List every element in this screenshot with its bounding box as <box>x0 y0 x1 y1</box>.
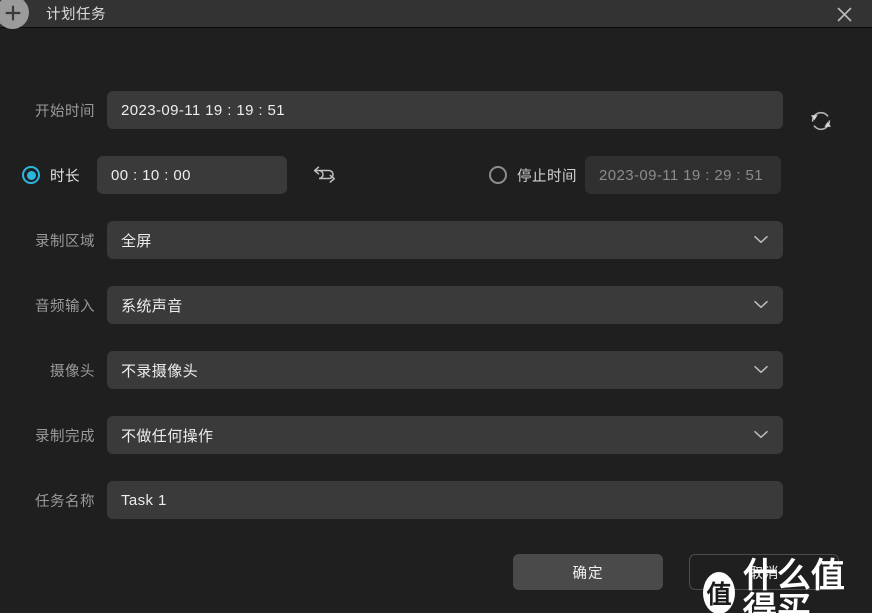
audio-input-value: 系统声音 <box>121 297 183 315</box>
camera-value: 不录摄像头 <box>121 362 199 380</box>
start-time-label: 开始时间 <box>35 103 95 120</box>
chevron-down-icon <box>753 232 769 249</box>
row-duration: 时长 00 : 10 : 00 停止时间 2023-09-11 19 : 29 … <box>0 156 872 194</box>
duration-radio-dot <box>26 170 36 180</box>
row-after-record: 录制完成 不做任何操作 <box>0 416 872 454</box>
stop-time-input[interactable]: 2023-09-11 19 : 29 : 51 <box>585 156 781 194</box>
refresh-icon[interactable] <box>805 105 837 137</box>
cancel-button[interactable]: 取消 <box>689 554 839 590</box>
chevron-down-icon <box>753 362 769 379</box>
row-record-area: 录制区域 全屏 <box>0 221 872 259</box>
start-time-input[interactable]: 2023-09-11 19 : 19 : 51 <box>107 91 783 129</box>
task-name-label: 任务名称 <box>35 493 95 510</box>
schedule-task-form: 开始时间 2023-09-11 19 : 19 : 51 时长 00 : 10 … <box>0 29 872 613</box>
duration-input[interactable]: 00 : 10 : 00 <box>97 156 287 194</box>
plus-circle-icon[interactable] <box>0 0 29 29</box>
chevron-down-icon <box>753 297 769 314</box>
window-title: 计划任务 <box>46 7 106 23</box>
row-camera: 摄像头 不录摄像头 <box>0 351 872 389</box>
after-record-label: 录制完成 <box>35 428 95 445</box>
duration-label: 时长 <box>50 168 80 185</box>
audio-input-label: 音频输入 <box>35 298 95 315</box>
record-area-select[interactable]: 全屏 <box>107 221 783 259</box>
camera-select[interactable]: 不录摄像头 <box>107 351 783 389</box>
row-start-time: 开始时间 2023-09-11 19 : 19 : 51 <box>0 91 872 129</box>
title-bar: 计划任务 <box>0 0 872 29</box>
chevron-down-icon <box>753 427 769 444</box>
camera-label: 摄像头 <box>50 363 95 380</box>
audio-input-select[interactable]: 系统声音 <box>107 286 783 324</box>
loop-icon[interactable] <box>309 162 339 188</box>
row-task-name: 任务名称 Task 1 <box>0 481 872 519</box>
duration-radio[interactable] <box>22 166 40 184</box>
confirm-button[interactable]: 确定 <box>513 554 663 590</box>
close-icon[interactable] <box>824 0 864 28</box>
stop-time-radio[interactable] <box>489 166 507 184</box>
row-audio-input: 音频输入 系统声音 <box>0 286 872 324</box>
after-record-value: 不做任何操作 <box>121 427 214 445</box>
task-name-input[interactable]: Task 1 <box>107 481 783 519</box>
record-area-value: 全屏 <box>121 232 152 250</box>
after-record-select[interactable]: 不做任何操作 <box>107 416 783 454</box>
stop-time-label: 停止时间 <box>517 168 577 185</box>
record-area-label: 录制区域 <box>35 233 95 250</box>
